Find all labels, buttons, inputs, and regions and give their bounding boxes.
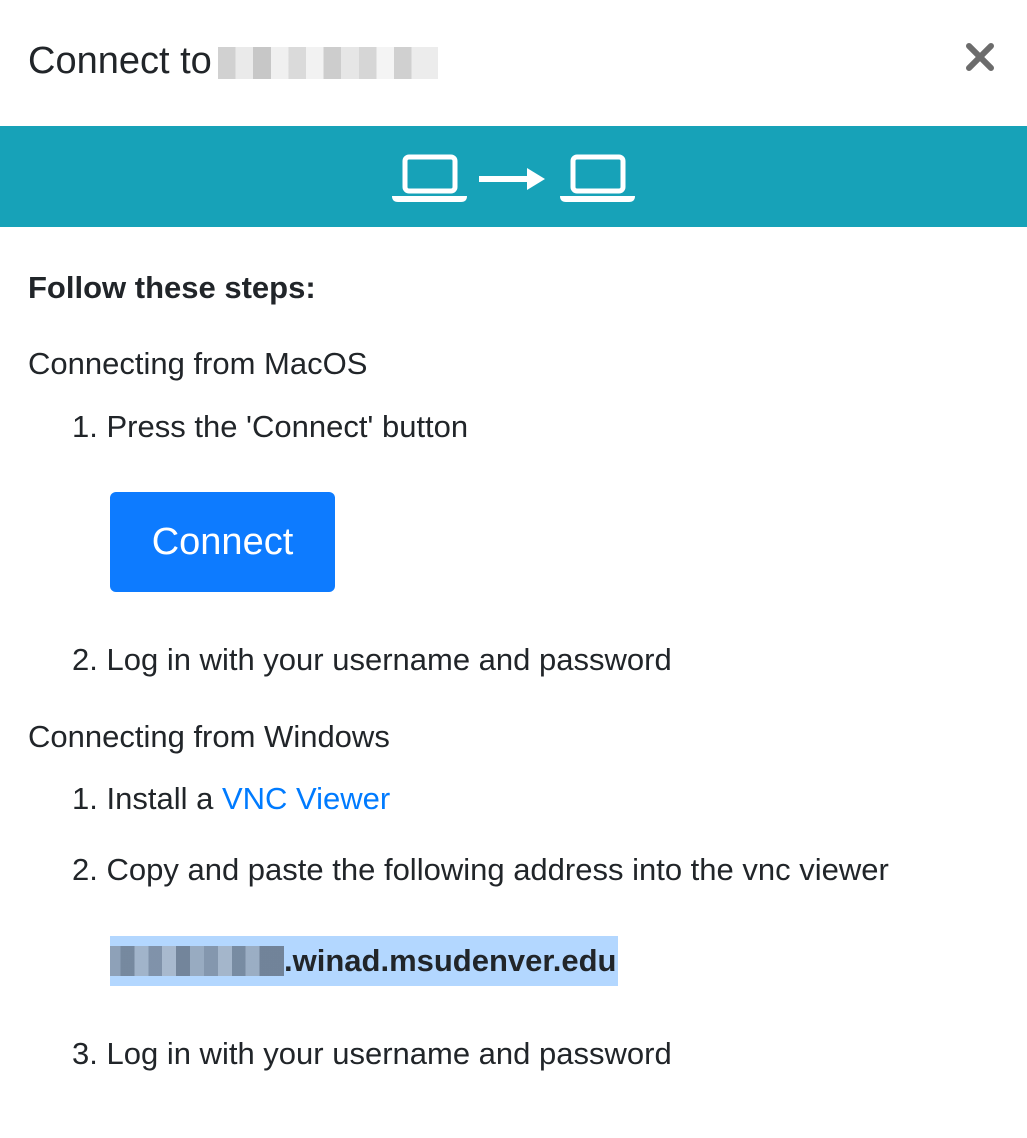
step-text: Copy and paste the following address int… [106,852,889,887]
steps-heading: Follow these steps: [28,270,316,305]
laptop-icon [392,154,467,202]
modal-title: Connect to [28,38,438,84]
step-number: 1. [72,781,98,816]
windows-step-3: 3. Log in with your username and passwor… [72,1035,672,1073]
windows-section-title: Connecting from Windows [28,719,390,754]
windows-step-1: 1. Install a VNC Viewer [72,780,390,818]
laptop-icon [560,154,635,202]
arrow-right-icon [479,168,545,190]
vnc-address[interactable]: .winad.msudenver.edu [110,936,619,986]
step-text: Log in with your username and password [106,642,672,677]
banner-icons [392,154,635,202]
macos-section-title: Connecting from MacOS [28,346,368,381]
macos-step-2: 2. Log in with your username and passwor… [72,641,672,679]
address-suffix: .winad.msudenver.edu [284,943,617,978]
step-number: 1. [72,409,98,444]
step-number: 3. [72,1036,98,1071]
vnc-viewer-link[interactable]: VNC Viewer [222,781,390,816]
step-number: 2. [72,642,98,677]
step-text: Log in with your username and password [106,1036,672,1071]
connect-button[interactable]: Connect [110,492,335,592]
redacted-hostname [217,46,438,79]
windows-step-2: 2. Copy and paste the following address … [72,851,889,889]
redacted-host-prefix [110,946,284,976]
macos-step-1: 1. Press the 'Connect' button [72,408,468,446]
step-text: Press the 'Connect' button [106,409,469,444]
step-number: 2. [72,852,98,887]
modal-header: Connect to [0,0,1027,126]
modal-title-prefix: Connect to [28,40,212,82]
connect-modal: Connect to Follow these steps: Connectin… [0,0,1027,1138]
close-icon[interactable] [963,40,997,74]
step-text: Install a [106,781,222,816]
